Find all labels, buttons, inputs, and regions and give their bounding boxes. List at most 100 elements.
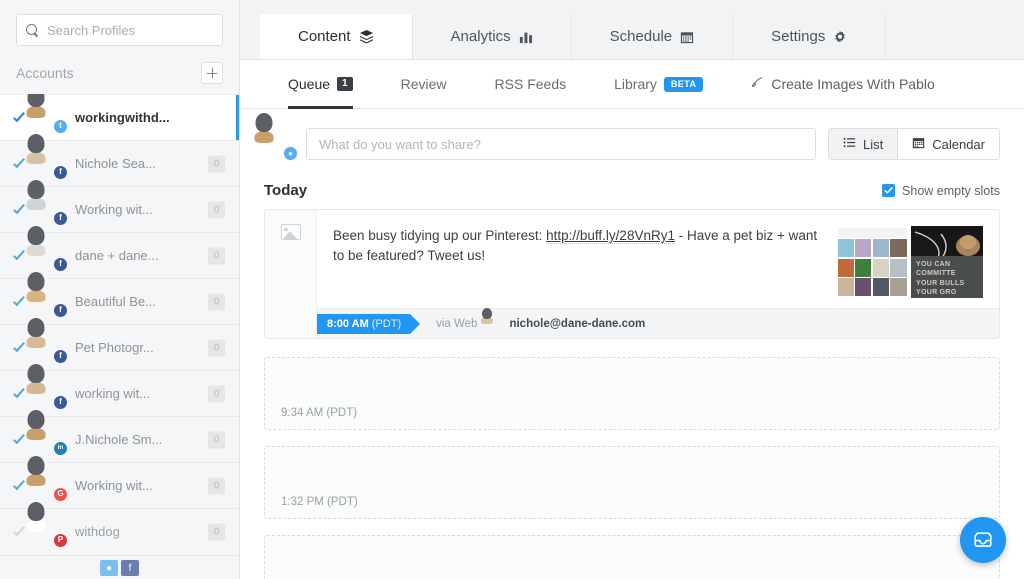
day-label: Today (264, 182, 308, 199)
beta-badge: BETA (663, 76, 704, 92)
search-placeholder: Search Profiles (47, 22, 136, 38)
sidebar-account-item[interactable]: Pwithdog 0 (0, 501, 239, 554)
avatar: f (26, 179, 68, 226)
subtab-label: Review (400, 76, 447, 92)
post-footer: 8:00 AM (PDT) via Web nichole@dane-dane.… (317, 307, 999, 338)
empty-slot[interactable]: 9:34 AM (PDT) (264, 357, 1000, 430)
account-check-icon[interactable] (11, 156, 27, 172)
account-count: 0 (208, 293, 225, 310)
subtab-queue[interactable]: Queue 1 (264, 60, 377, 109)
avatar: f (26, 363, 68, 410)
avatar: f (26, 271, 68, 318)
view-toggle: List Calendar (828, 128, 1000, 160)
avatar: f (26, 317, 68, 364)
account-check-icon[interactable] (11, 202, 27, 218)
account-count: 0 (208, 385, 225, 402)
content-area: ● What do you want to share? List Calenda… (240, 109, 1024, 579)
accounts-label: Accounts (16, 65, 74, 81)
post-source: via Web (436, 317, 478, 330)
account-name: workingwithd... (75, 110, 170, 125)
empty-slot-time: 1:32 PM (PDT) (281, 496, 358, 508)
account-check-icon[interactable] (11, 386, 27, 402)
avatar: G (26, 455, 68, 502)
view-label: Calendar (932, 136, 985, 152)
sidebar-footer: ● f (0, 555, 239, 579)
account-name: Beautiful Be... (75, 294, 156, 309)
twitter-badge: ● (283, 146, 298, 161)
subtab-label: Queue (288, 76, 331, 92)
account-count: 0 (208, 523, 225, 540)
post-author: nichole@dane-dane.com (481, 307, 646, 332)
accounts-header: Accounts (0, 46, 239, 94)
twitter-badge: t (53, 118, 68, 134)
subtab-library[interactable]: Library BETA (590, 60, 727, 109)
bar-chart-icon (519, 30, 533, 44)
post-timezone: (PDT) (371, 317, 402, 330)
empty-slot[interactable] (264, 535, 1000, 579)
tab-analytics[interactable]: Analytics (413, 14, 572, 59)
image-icon (280, 224, 301, 240)
create-images-with-pablo-button[interactable]: Create Images With Pablo (727, 60, 958, 109)
account-check-icon[interactable] (11, 110, 27, 126)
share-placeholder: What do you want to share? (319, 136, 481, 152)
thumbnail-quote-image[interactable]: YOU CAN COMMITTE YOUR BULLS YOUR GRO (911, 226, 983, 298)
add-account-button[interactable] (201, 62, 223, 84)
day-header-row: Today Show empty slots (264, 182, 1000, 199)
account-name: dane + dane... (75, 248, 159, 263)
thumbnail-pinterest-grid[interactable] (836, 226, 908, 298)
avatar: f (26, 225, 68, 272)
post-link[interactable]: http://buff.ly/28VnRy1 (546, 228, 675, 244)
inbox-button[interactable] (960, 517, 1006, 563)
post-time-badge[interactable]: 8:00 AM (PDT) (317, 313, 421, 334)
account-check-icon[interactable] (11, 432, 27, 448)
tab-content[interactable]: Content (260, 14, 413, 59)
search-input[interactable]: Search Profiles (16, 14, 223, 46)
tab-label: Settings (771, 28, 826, 45)
post-author-name: nichole@dane-dane.com (509, 317, 646, 330)
account-check-icon[interactable] (11, 524, 27, 540)
primary-nav: Content Analytics Schedule Settings (240, 0, 1024, 60)
sidebar-top: Search Profiles (0, 0, 239, 46)
share-input[interactable]: What do you want to share? (306, 128, 816, 160)
queue-count-badge: 1 (337, 77, 353, 91)
subtab-rss-feeds[interactable]: RSS Feeds (471, 60, 591, 109)
account-name: working wit... (75, 386, 151, 401)
subtab-label: RSS Feeds (494, 76, 567, 92)
account-check-icon[interactable] (11, 294, 27, 310)
linkedin-badge: in (53, 440, 68, 456)
facebook-icon[interactable]: f (121, 560, 139, 576)
facebook-badge: f (53, 210, 68, 226)
account-check-icon[interactable] (11, 478, 27, 494)
view-list-button[interactable]: List (829, 129, 898, 159)
post-time: 8:00 AM (327, 317, 369, 330)
subtab-review[interactable]: Review (377, 60, 471, 109)
account-name: Working wit... (75, 478, 153, 493)
post-attachment-column (265, 210, 317, 338)
avatar: in (26, 409, 68, 456)
account-count: 0 (208, 339, 225, 356)
layers-icon (359, 29, 374, 44)
app-root: Search Profiles Accounts t workingwithd..… (0, 0, 1024, 579)
calendar-icon (680, 30, 694, 44)
post-text-before: Been busy tidying up our Pinterest: (333, 228, 547, 243)
tab-schedule[interactable]: Schedule (572, 14, 734, 59)
post-body: Been busy tidying up our Pinterest: http… (317, 210, 999, 338)
view-calendar-button[interactable]: Calendar (897, 129, 999, 159)
account-check-icon[interactable] (11, 340, 27, 356)
queue-post-card[interactable]: Been busy tidying up our Pinterest: http… (264, 209, 1000, 339)
avatar: f (26, 133, 68, 180)
tab-settings[interactable]: Settings (733, 14, 887, 59)
account-count: 0 (208, 201, 225, 218)
sidebar: Search Profiles Accounts t workingwithd..… (0, 0, 240, 579)
main-panel: Content Analytics Schedule Settings Queue 1 R… (240, 0, 1024, 579)
empty-slot[interactable]: 1:32 PM (PDT) (264, 446, 1000, 519)
facebook-badge: f (53, 302, 68, 318)
show-empty-slots-toggle[interactable]: Show empty slots (882, 184, 1000, 198)
avatar: t (26, 94, 68, 134)
twitter-icon[interactable]: ● (100, 560, 118, 576)
account-count: 0 (208, 431, 225, 448)
view-label: List (863, 136, 884, 152)
account-check-icon[interactable] (11, 248, 27, 264)
pablo-label: Create Images With Pablo (771, 76, 935, 92)
